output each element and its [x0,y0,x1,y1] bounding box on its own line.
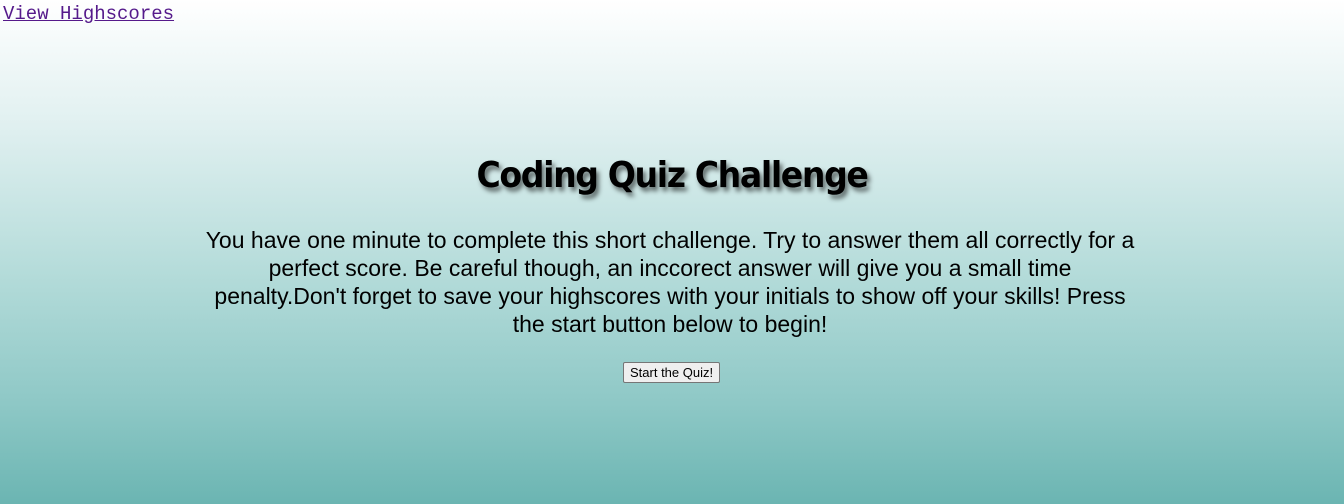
view-highscores-link[interactable]: View Highscores [3,3,174,25]
intro-text: You have one minute to complete this sho… [205,227,1135,337]
page-title: Coding Quiz Challenge [476,155,868,196]
start-quiz-button[interactable]: Start the Quiz! [623,362,721,383]
